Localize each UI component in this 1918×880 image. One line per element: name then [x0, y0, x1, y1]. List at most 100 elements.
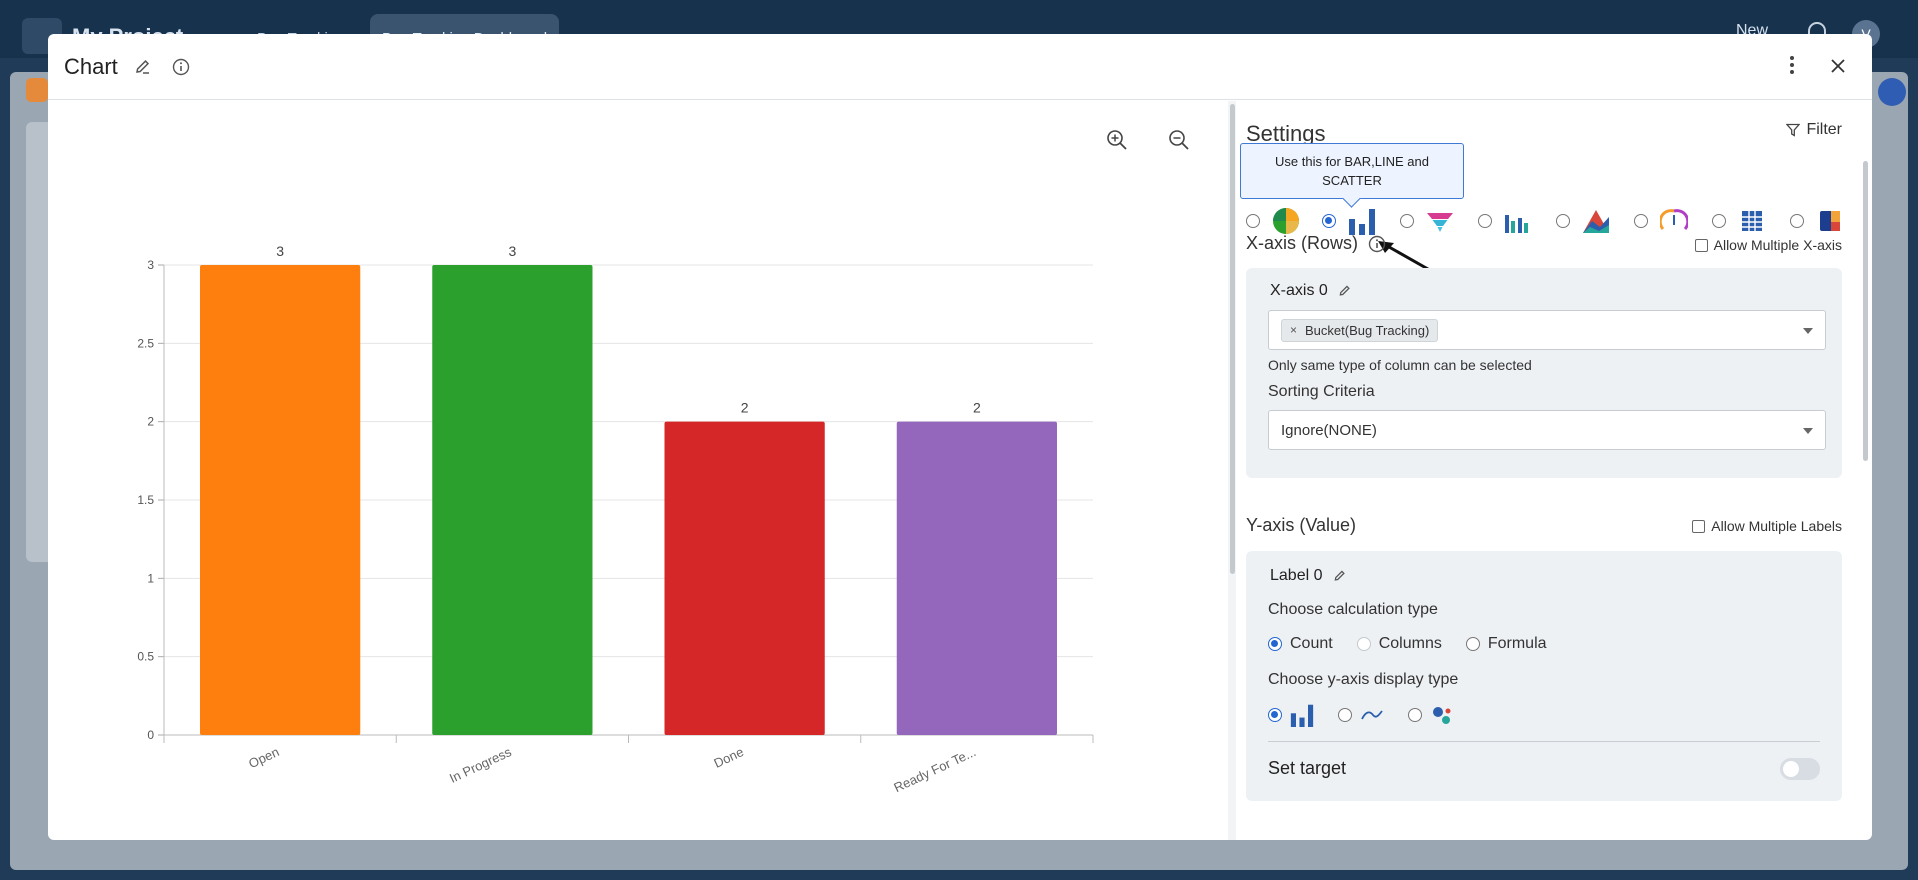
chart-type-treemap-radio[interactable]: [1790, 214, 1804, 228]
bar-chart-icon: [1349, 209, 1375, 235]
modal-title: Chart: [64, 54, 118, 79]
chart-type-pie[interactable]: [1246, 207, 1300, 235]
y-axis-label-row: Label 0: [1270, 567, 1347, 585]
chart-type-table-radio[interactable]: [1712, 214, 1726, 228]
chart-type-bar-radio[interactable]: [1322, 214, 1336, 228]
set-target-toggle[interactable]: [1780, 758, 1820, 780]
y-axis-title: Y-axis (Value): [1246, 515, 1357, 535]
y-tick-label: 0: [147, 728, 154, 742]
allow-multiple-x-axis[interactable]: Allow Multiple X-axis: [1694, 237, 1842, 253]
chart-area: 0 0.5 1 1.5 2 2.5 3 3 Open 3 In Progress 2 Done 2 Read…: [48, 101, 1228, 840]
calc-count-radio[interactable]: [1268, 637, 1282, 651]
pencil-icon[interactable]: [1338, 284, 1352, 298]
pencil-icon[interactable]: [132, 56, 154, 78]
y-tick-label: 1.5: [137, 493, 154, 507]
close-icon[interactable]: [1826, 54, 1850, 78]
chart-type-gauge-radio[interactable]: [1634, 214, 1648, 228]
chart-type-bar[interactable]: [1322, 207, 1376, 235]
x-tick-label: Done: [711, 744, 746, 771]
bar-done: [664, 421, 825, 735]
y-tick-label: 3: [147, 258, 154, 272]
chart-type-treemap[interactable]: [1790, 207, 1844, 235]
bar-display-icon: [1290, 704, 1314, 727]
display-type-label: Choose y-axis display type: [1268, 671, 1459, 688]
chip-label: Bucket(Bug Tracking): [1305, 322, 1430, 338]
sorting-criteria-select[interactable]: Ignore(NONE): [1268, 410, 1826, 450]
kebab-menu-icon[interactable]: [1780, 50, 1804, 80]
bar-data-label: 3: [276, 243, 284, 259]
x-axis-card: X-axis 0 × Bucket(Bug Tracking) Only sam…: [1246, 268, 1842, 478]
settings-panel: Settings Filter Use this for BAR,LINE an…: [1236, 101, 1872, 840]
allow-multiple-x-axis-checkbox[interactable]: [1694, 238, 1708, 252]
pie-chart-icon: [1273, 208, 1299, 234]
set-target-label: Set target: [1268, 758, 1347, 778]
scatter-display-icon: [1433, 707, 1451, 724]
info-icon[interactable]: [170, 56, 192, 78]
y-tick-label: 0.5: [137, 650, 154, 664]
y-tick-label: 2.5: [137, 336, 154, 350]
funnel-chart-icon: [1427, 213, 1453, 232]
bar-open: [199, 265, 361, 735]
chart-type-tooltip: Use this for BAR,LINE and SCATTER: [1240, 143, 1464, 199]
grouped-bar-icon: [1505, 215, 1528, 233]
chart-type-area[interactable]: [1556, 207, 1610, 235]
chart-type-grouped-radio[interactable]: [1478, 214, 1492, 228]
y-axis-label: Label 0: [1270, 567, 1323, 584]
info-icon[interactable]: [1368, 235, 1386, 253]
treemap-icon: [1820, 211, 1840, 231]
x-tick-label: In Progress: [447, 744, 514, 786]
display-option-bar[interactable]: [1268, 703, 1314, 727]
display-option-line[interactable]: [1338, 703, 1384, 727]
background-add-icon: [1878, 78, 1906, 106]
bar-ready-for-te-: [896, 421, 1058, 735]
calc-columns-radio[interactable]: [1356, 637, 1371, 651]
bar-data-label: 2: [973, 400, 981, 416]
x-axis-column-select[interactable]: × Bucket(Bug Tracking): [1268, 310, 1826, 350]
x-tick-label: Open: [246, 744, 281, 771]
chart-type-pie-radio[interactable]: [1246, 214, 1260, 228]
display-option-scatter[interactable]: [1408, 703, 1454, 727]
bar-in-progress: [432, 265, 593, 735]
calc-formula-label: Formula: [1487, 635, 1547, 652]
chevron-down-icon[interactable]: [1803, 328, 1813, 334]
calc-count-label: Count: [1290, 635, 1333, 652]
chevron-down-icon[interactable]: [1803, 428, 1813, 434]
filter-icon: [1786, 123, 1801, 137]
chart-type-table[interactable]: [1712, 207, 1766, 235]
chart-scrollbar[interactable]: [1230, 104, 1235, 574]
calculation-type-options: Count Columns Formula: [1268, 635, 1561, 653]
chart-type-area-radio[interactable]: [1556, 214, 1570, 228]
allow-multiple-labels[interactable]: Allow Multiple Labels: [1692, 518, 1842, 534]
allow-multiple-labels-checkbox[interactable]: [1692, 519, 1706, 533]
chart-type-gauge[interactable]: [1634, 207, 1688, 235]
calculation-type-label: Choose calculation type: [1268, 601, 1438, 618]
settings-scrollbar[interactable]: [1863, 161, 1868, 461]
display-bar-radio[interactable]: [1268, 708, 1282, 722]
allow-multiple-x-axis-label: Allow Multiple X-axis: [1713, 237, 1842, 253]
calc-option-formula[interactable]: Formula: [1465, 635, 1547, 653]
card-divider: [1268, 741, 1820, 742]
calc-option-columns[interactable]: Columns: [1356, 635, 1442, 653]
chart-type-grouped[interactable]: [1478, 207, 1532, 235]
display-type-options: [1268, 703, 1468, 727]
chart-type-funnel-radio[interactable]: [1400, 214, 1414, 228]
display-line-radio[interactable]: [1338, 708, 1352, 722]
gauge-icon: [1660, 209, 1688, 231]
calc-formula-radio[interactable]: [1465, 637, 1480, 651]
x-tick-label: Ready For Te...: [891, 744, 978, 795]
filter-button[interactable]: Filter: [1786, 121, 1842, 139]
filter-label: Filter: [1806, 121, 1842, 138]
sorting-criteria-value: Ignore(NONE): [1281, 421, 1377, 439]
display-scatter-radio[interactable]: [1408, 708, 1422, 722]
bar-chart: 0 0.5 1 1.5 2 2.5 3 3 Open 3 In Progress 2 Done 2 Read…: [137, 243, 1094, 795]
y-axis-card: Label 0 Choose calculation type Count Co…: [1246, 551, 1842, 801]
table-icon: [1742, 211, 1762, 231]
y-tick-label: 2: [147, 415, 154, 429]
background-orange-icon: [26, 78, 48, 102]
x-axis-title: X-axis (Rows): [1246, 233, 1359, 253]
remove-chip-icon[interactable]: ×: [1290, 323, 1297, 337]
pencil-icon[interactable]: [1333, 569, 1347, 583]
chart-type-funnel[interactable]: [1400, 207, 1454, 235]
x-axis-section-title: X-axis (Rows): [1246, 233, 1386, 254]
calc-option-count[interactable]: Count: [1268, 635, 1333, 653]
